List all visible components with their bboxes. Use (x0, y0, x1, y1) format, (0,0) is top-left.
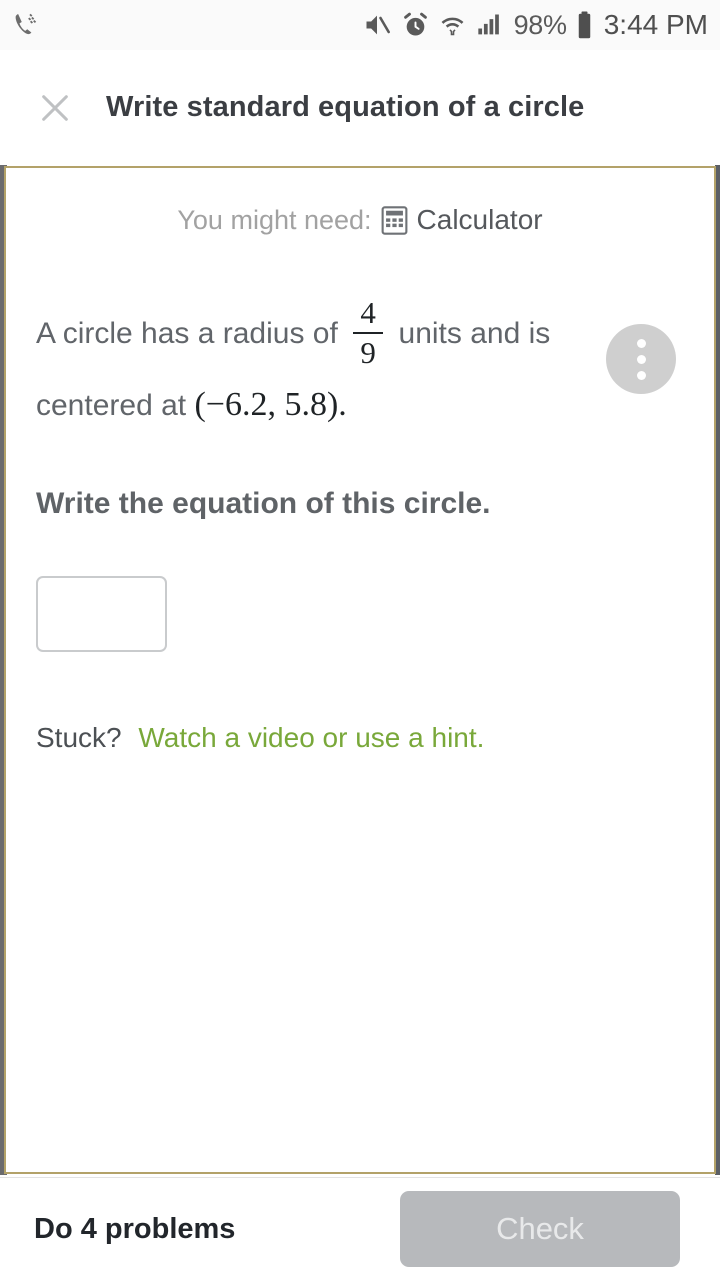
overflow-menu-dot (636, 338, 646, 348)
alarm-icon (403, 12, 427, 36)
calculator-link[interactable]: Calculator (417, 204, 543, 236)
mute-icon (366, 15, 390, 35)
status-bar-left-icons (10, 10, 40, 40)
status-bar-right-icons: 98% 3:44 PM (362, 10, 708, 40)
overflow-menu-dot (636, 370, 646, 380)
status-bar: 98% 3:44 PM (0, 0, 720, 50)
battery-percent-label: 98% (513, 9, 567, 40)
stuck-row: Stuck? Watch a video or use a hint. (36, 722, 684, 754)
bottom-bar: Do 4 problems Check (0, 1177, 720, 1280)
check-button[interactable]: Check (400, 1191, 680, 1267)
wifi-icon (441, 17, 463, 36)
problems-count-label: Do 4 problems (34, 1212, 236, 1245)
overflow-menu-button[interactable] (606, 324, 676, 394)
fraction-numerator: 4 (360, 295, 376, 330)
exercise-header: Write standard equation of a circle (0, 50, 720, 165)
problem-text-before-fraction: A circle has a radius of (36, 316, 338, 350)
battery-icon (578, 11, 590, 39)
problem-text-after-fraction: units and is (398, 316, 551, 350)
calculator-icon[interactable] (381, 205, 408, 235)
overflow-menu-dot (636, 354, 646, 364)
problem-card: You might need: Calculator A circle has … (4, 166, 716, 1174)
center-coordinates: (−6.2, 5.8). (194, 386, 347, 423)
you-might-need-label: You might need: (177, 204, 372, 235)
fraction-denominator: 9 (360, 335, 376, 370)
answer-input[interactable] (36, 576, 167, 652)
status-bar-clock: 3:44 PM (603, 9, 708, 40)
hint-link[interactable]: Watch a video or use a hint. (138, 722, 484, 753)
stuck-label: Stuck? (36, 722, 122, 753)
problem-text-line2-prefix: centered at (36, 389, 187, 422)
you-might-need-row: You might need: Calculator (6, 204, 714, 236)
signal-icon (477, 14, 499, 35)
vibrate-call-icon (15, 13, 37, 35)
problem-instruction: Write the equation of this circle. (36, 487, 491, 520)
radius-fraction: 4 9 (353, 295, 384, 370)
fraction-bar (353, 332, 384, 334)
problem-statement: A circle has a radius of 4 9 units and i… (36, 295, 636, 439)
close-icon[interactable] (38, 91, 72, 125)
page-title: Write standard equation of a circle (106, 91, 585, 123)
